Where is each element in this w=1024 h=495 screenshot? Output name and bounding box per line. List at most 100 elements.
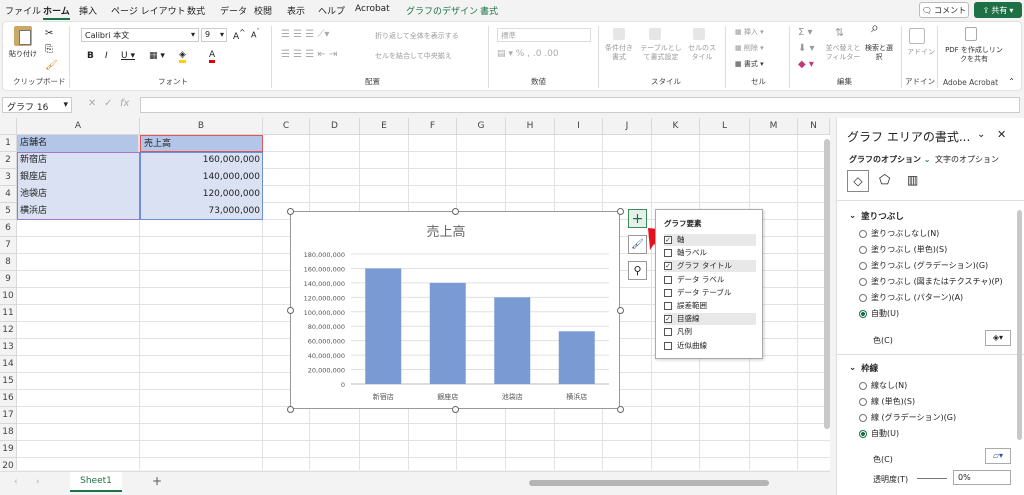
effects-tab-icon[interactable]: ⬠ [879,173,890,188]
column-header-E[interactable]: E [360,118,409,135]
italic-button[interactable]: I [105,51,108,61]
fill-option[interactable]: 塗りつぶしなし(N) [859,228,939,239]
checkbox[interactable] [664,341,672,350]
sheet-tab-sheet1[interactable]: Sheet1 [70,472,122,492]
chart-element-option[interactable]: データ ラベル [664,274,756,286]
line-option[interactable]: 線 (グラデーション)(G) [859,412,956,423]
checkbox[interactable] [664,302,672,310]
header-cell-sales[interactable]: 売上高 [140,135,263,152]
clear-icon[interactable]: ◆ ▾ [798,60,814,70]
decrease-font-icon[interactable]: Aˇ [251,28,260,40]
row-header-6[interactable]: 6 [0,220,17,237]
addin-icon[interactable] [909,28,925,44]
tab-7[interactable]: 表示 [287,4,305,17]
name-box[interactable]: グラフ 16 ▾ [2,97,72,113]
pane-scrollbar[interactable] [1017,210,1022,440]
delete-cells-button[interactable]: ▦ 削除 ▾ [735,44,764,53]
fill-color-picker[interactable]: ◈▾ [985,330,1011,346]
row-header-1[interactable]: 1 [0,135,17,152]
tab-6[interactable]: 校閲 [254,4,272,17]
cancel-icon[interactable]: ✕ [88,98,96,109]
search-icon[interactable]: ⌕ [871,21,879,35]
row-header-18[interactable]: 18 [0,424,17,441]
number-icons[interactable]: ▤ ▾ % , .0 .00 [497,50,559,59]
row-header-12[interactable]: 12 [0,322,17,339]
font-size-select[interactable]: 9 ▾ [201,28,227,42]
resize-handle[interactable] [617,406,624,413]
comment-button[interactable]: 🗨 コメント [919,2,969,18]
chart-area[interactable]: 売上高 0 20,000,000 40,000,000 60,000,000 80,00… [290,211,620,409]
chart-element-option[interactable]: データ テーブル [664,287,756,299]
paste-button[interactable]: 貼り付け [9,26,37,72]
pdf-icon[interactable] [965,27,977,41]
line-option[interactable]: 線 (単色)(S) [859,396,915,407]
resize-handle[interactable] [287,208,294,215]
tab-1[interactable]: ホーム [43,4,70,20]
row-header-17[interactable]: 17 [0,407,17,424]
insert-cells-button[interactable]: ▦ 挿入 ▾ [735,28,764,37]
row-header-5[interactable]: 5 [0,203,17,220]
chart-element-option[interactable]: 凡例 [664,326,756,338]
fill-line-tab-icon[interactable]: ◇ [847,170,869,192]
tab-chart-options[interactable]: グラフのオプション ⌄ [849,154,931,165]
format-painter-icon[interactable]: 🖌 [45,60,58,71]
formula-input[interactable] [140,97,1020,113]
font-color-icon[interactable]: A [209,50,216,63]
tab-11[interactable]: 書式 [480,4,498,17]
line-option[interactable]: 線なし(N) [859,380,907,391]
bold-button[interactable]: B [87,51,94,61]
radio-button[interactable] [859,293,867,302]
tab-10[interactable]: グラフのデザイン [406,4,478,17]
merge-center-button[interactable]: セルを結合して中央揃え [375,52,452,61]
checkbox[interactable]: ✓ [664,262,672,271]
sort-icon[interactable]: ⇅ [835,27,844,38]
next-sheet-icon[interactable]: › [36,477,40,487]
format-as-table-button[interactable]: テーブルとして書式設定 [639,44,683,62]
tab-3[interactable]: ページ レイアウト [111,4,186,17]
row-header-10[interactable]: 10 [0,288,17,305]
radio-button[interactable] [859,245,867,254]
bar-2[interactable] [494,297,531,384]
chart-element-option[interactable]: 軸ラベル [664,247,756,259]
fill-option[interactable]: 塗りつぶし (図またはテクスチャ)(P) [859,276,1003,287]
line-section-header[interactable]: ⌄ 枠線 [849,362,878,374]
bar-3[interactable] [558,331,595,384]
checkbox[interactable] [664,249,672,258]
column-header-I[interactable]: I [555,118,603,135]
radio-button[interactable] [859,229,867,238]
row-header-7[interactable]: 7 [0,237,17,254]
column-header-L[interactable]: L [700,118,750,135]
column-header-J[interactable]: J [603,118,652,135]
chart-element-option[interactable]: 誤差範囲 [664,300,756,312]
function-icon[interactable]: fx [120,98,129,109]
collapse-ribbon-icon[interactable]: ⌃ [1008,77,1015,86]
prev-sheet-icon[interactable]: ‹ [14,477,18,487]
align-icons[interactable]: ☰ ☰ ☰ ⟋▾ [281,30,329,40]
size-properties-tab-icon[interactable]: ▥ [907,173,918,187]
row-header-13[interactable]: 13 [0,339,17,356]
radio-button[interactable] [859,277,867,286]
find-select-button[interactable]: 検索と選択 [865,44,893,62]
share-button[interactable]: ⇪ 共有 ▾ [974,2,1022,18]
row-header-20[interactable]: 20 [0,458,17,470]
row-header-19[interactable]: 19 [0,441,17,458]
transparency-input[interactable]: 0% [953,470,1011,485]
checkbox[interactable] [664,275,672,284]
checkbox[interactable]: ✓ [664,315,672,324]
resize-handle[interactable] [617,307,624,314]
tab-0[interactable]: ファイル [5,4,41,17]
enter-icon[interactable]: ✓ [104,98,112,109]
format-cells-button[interactable]: ▦ 書式 ▾ [735,60,764,69]
autosum-icon[interactable]: Σ ▾ [798,28,813,38]
font-name-select[interactable]: Calibri 本文 ▾ [81,28,199,42]
chart-element-option[interactable]: ✓ 目盛線 [664,313,756,326]
line-color-picker[interactable]: ▱▾ [985,448,1011,464]
fill-icon[interactable]: ⬇ ▾ [798,44,815,54]
row-header-14[interactable]: 14 [0,356,17,373]
chart-element-option[interactable]: 近似曲線 [664,340,756,352]
row-header-3[interactable]: 3 [0,169,17,186]
resize-handle[interactable] [452,208,459,215]
addin-button[interactable]: アドイン [907,48,935,57]
row-header-4[interactable]: 4 [0,186,17,203]
chart-element-option[interactable]: ✓ 軸 [664,234,756,246]
